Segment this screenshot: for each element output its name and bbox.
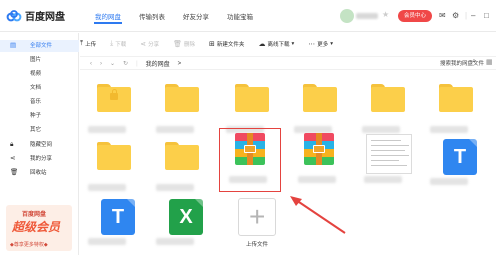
annotation-arrow [290, 196, 346, 234]
